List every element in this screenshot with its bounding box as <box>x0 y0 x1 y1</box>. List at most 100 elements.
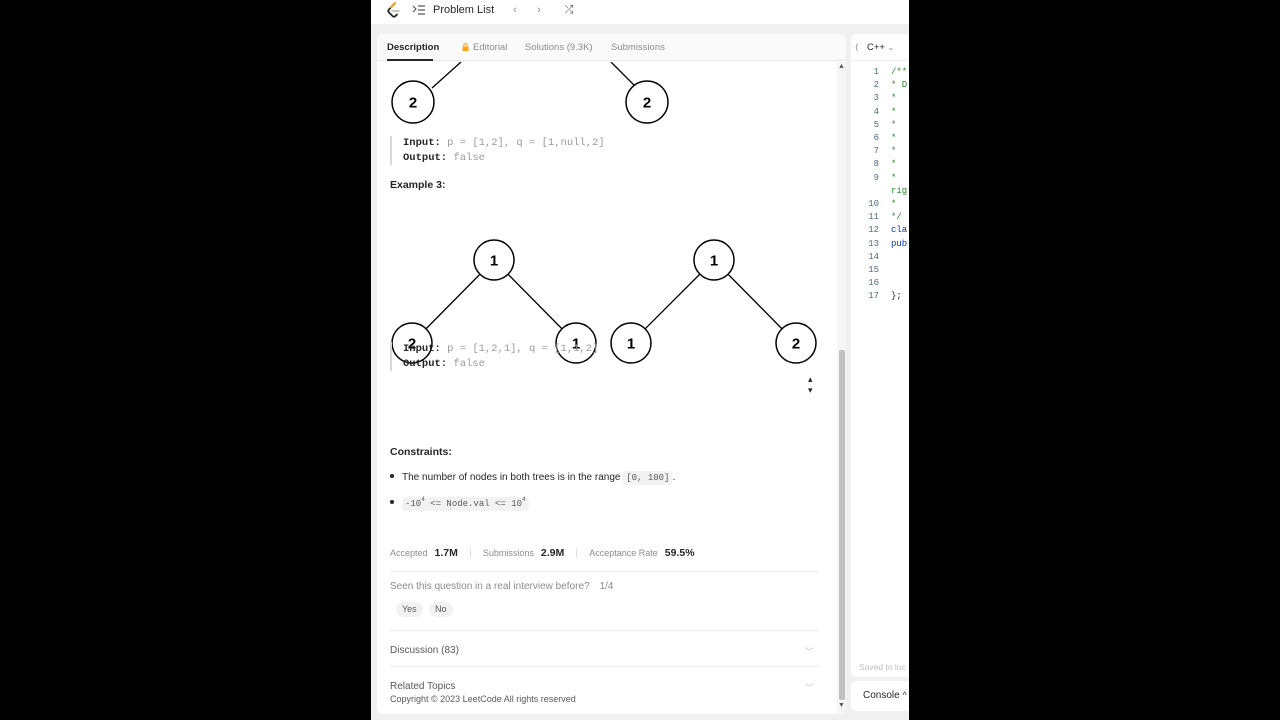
language-label: C++ <box>867 42 885 53</box>
sort-icon[interactable]: ▴ ▾ <box>808 374 813 396</box>
line-number: 1 <box>873 67 879 77</box>
output-value: false <box>447 357 485 370</box>
divider <box>390 630 819 631</box>
interview-count: 1/4 <box>599 581 614 592</box>
tree-node: 1 <box>627 336 635 353</box>
code-text: }; <box>891 291 902 302</box>
output-value: false <box>447 151 485 164</box>
console-label: Console <box>863 690 900 701</box>
scrollbar-thumb[interactable] <box>839 350 845 700</box>
stats-divider <box>469 548 471 558</box>
line-number: 10 <box>868 199 879 209</box>
input-label: Input: <box>403 343 441 355</box>
line-number: 5 <box>873 119 879 130</box>
interview-question-text: Seen this question in a real interview b… <box>390 581 590 592</box>
output-label: Output: <box>403 151 448 164</box>
constraint-code: [0, 100] <box>623 471 673 485</box>
tab-editorial[interactable]: Editorial <box>462 42 507 53</box>
description-scrollbar[interactable]: ▲ ▼ <box>837 62 846 714</box>
code-text: * <box>891 93 897 104</box>
line-number: 4 <box>873 106 879 117</box>
chevron-right-icon[interactable]: › <box>530 2 548 18</box>
tab-editorial-label: Editorial <box>473 42 508 53</box>
console-button[interactable]: Console ^ <box>863 690 907 701</box>
divider <box>390 666 819 667</box>
code-text: * <box>891 159 897 170</box>
divider <box>390 571 819 572</box>
input-value: p = [1,2], q = [1,null,2] <box>440 137 605 149</box>
no-button[interactable]: No <box>429 602 453 617</box>
scroll-down-icon[interactable]: ▼ <box>838 702 845 709</box>
chevron-down-icon: ⌄ <box>887 43 895 52</box>
problem-list-icon[interactable] <box>412 3 426 17</box>
code-text: * <box>891 133 897 143</box>
tree-node: 2 <box>409 95 417 112</box>
accepted-label: Accepted <box>390 548 428 558</box>
line-number: 3 <box>873 93 879 104</box>
code-text: * <box>891 172 897 183</box>
scroll-up-icon[interactable]: ▲ <box>838 63 845 70</box>
line-number: 17 <box>868 291 879 302</box>
code-part: -10 <box>405 499 422 509</box>
example2-io: Input: p = [1,2], q = [1,null,2] Output:… <box>390 136 605 165</box>
constraint-code: -104 <= Node.val <= 104 <box>402 496 529 511</box>
code-text: * <box>891 146 897 157</box>
code-text: */ <box>891 212 902 223</box>
saved-status: Saved to loc <box>859 662 906 672</box>
tab-submissions[interactable]: Submissions <box>611 42 665 53</box>
constraint-item: -104 <= Node.val <= 104 <box>390 496 529 511</box>
description-tabs: Description Editorial Solutions (9.3K) S… <box>377 34 846 61</box>
tree-node: 2 <box>643 95 651 112</box>
line-number: 9 <box>873 172 879 183</box>
copyright-text: Copyright © 2023 LeetCode All rights res… <box>390 694 576 704</box>
line-number: 14 <box>868 251 879 262</box>
constraints-title: Constraints: <box>390 446 452 458</box>
example2-tree-image: 2 2 <box>391 62 669 124</box>
chevron-left-icon[interactable]: ‹ <box>506 2 524 18</box>
submissions-value: 2.9M <box>540 547 565 559</box>
language-select[interactable]: C++ ⌄ <box>867 42 894 53</box>
leetcode-app: Problem List ‹ › ⤮ Description Editorial… <box>371 0 909 720</box>
chevron-down-icon[interactable]: ﹀ <box>805 681 814 694</box>
code-text: * <box>891 199 897 209</box>
code-icon: ⟨ <box>855 42 859 52</box>
accepted-value: 1.7M <box>434 547 458 559</box>
code-part: <= Node.val <= 10 <box>424 499 523 509</box>
line-number: 16 <box>868 278 879 289</box>
output-label: Output: <box>403 357 448 370</box>
yes-button[interactable]: Yes <box>396 602 423 617</box>
tab-description[interactable]: Description <box>387 42 439 53</box>
code-editor-panel: ⟨ C++ ⌄ 1 /** 2 * D 3 * 4 * 5 * 6 * 7 * 8 * 9 * ri… <box>851 34 909 677</box>
code-text: /** <box>891 67 908 77</box>
lock-icon <box>462 43 469 51</box>
line-number: 6 <box>873 133 879 143</box>
constraint-text: The number of nodes in both trees is in … <box>402 472 624 483</box>
problem-description: 2 2 Input: p = [1,2], q = [1,null,2] Out… <box>377 62 832 714</box>
line-number: 13 <box>868 238 879 249</box>
discussion-accordion[interactable]: Discussion (83) <box>390 645 459 656</box>
active-tab-indicator <box>387 59 433 61</box>
input-value: p = [1,2,1], q = [1,1,2] <box>440 343 599 355</box>
acceptance-rate-label: Acceptance Rate <box>589 548 658 558</box>
tab-solutions[interactable]: Solutions (9.3K) <box>525 42 593 53</box>
line-number: 7 <box>873 146 879 157</box>
submissions-label: Submissions <box>482 548 534 558</box>
code-text: * D <box>891 80 908 91</box>
leetcode-logo-icon[interactable] <box>386 2 402 20</box>
code-text: * <box>891 119 897 130</box>
code-text: cla <box>891 225 908 236</box>
editor-header-divider <box>851 60 909 61</box>
line-number: 12 <box>868 225 879 236</box>
code-text: rig <box>891 185 908 196</box>
problem-list-link[interactable]: Problem List <box>433 4 494 16</box>
stats-divider <box>576 548 578 558</box>
tree-node: 1 <box>490 253 498 270</box>
line-number: 2 <box>873 80 879 91</box>
tree-node: 1 <box>710 253 718 270</box>
shuffle-icon[interactable]: ⤮ <box>560 2 578 18</box>
input-label: Input: <box>403 137 441 149</box>
related-topics-accordion[interactable]: Related Topics <box>390 681 455 692</box>
chevron-down-icon[interactable]: ﹀ <box>805 645 814 658</box>
console-bar: Console ^ <box>851 681 909 711</box>
code-text: * <box>891 106 897 117</box>
